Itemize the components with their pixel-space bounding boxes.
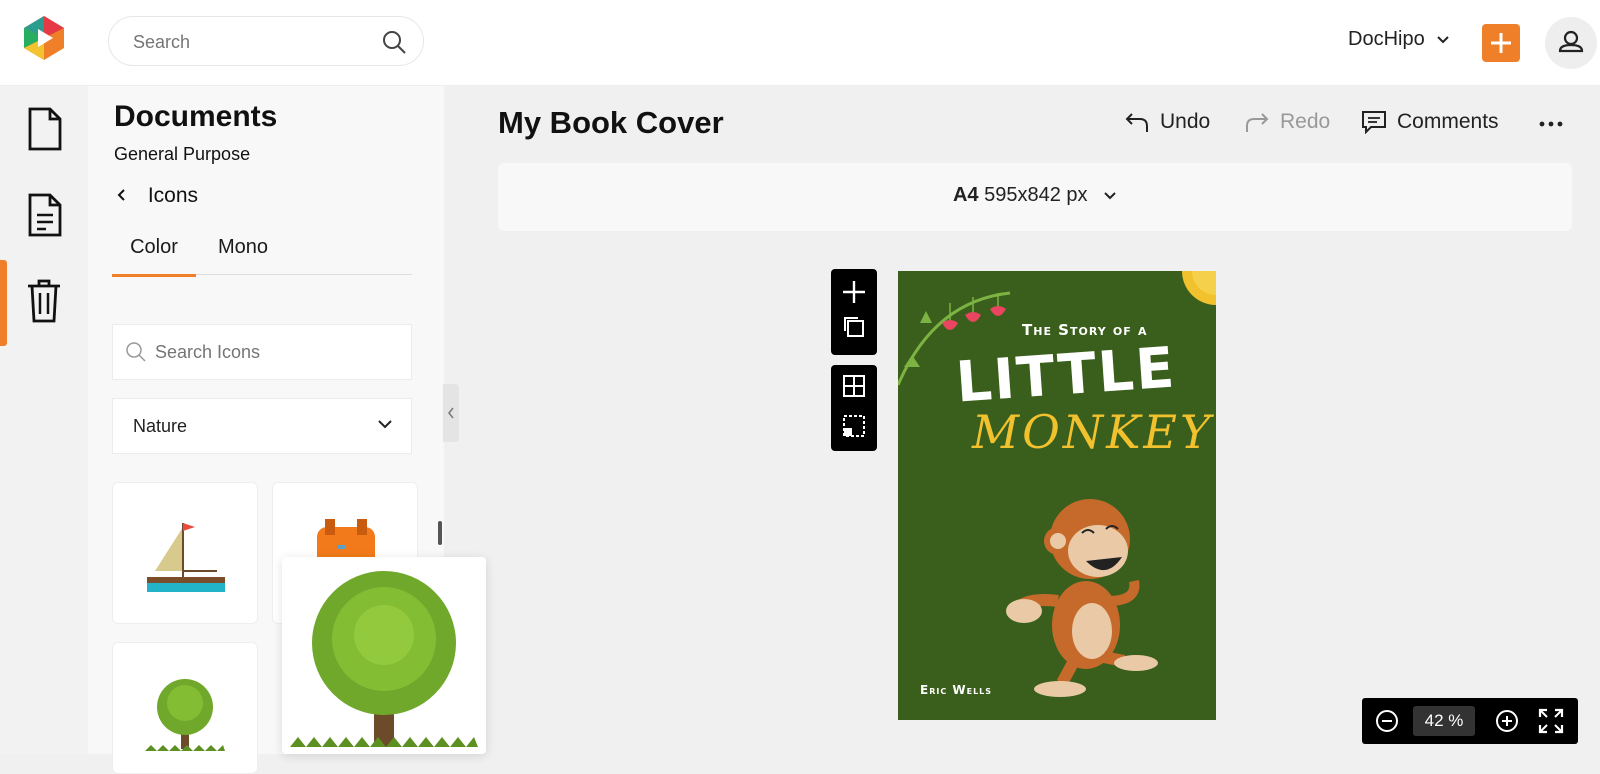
sun-icon	[1182, 271, 1216, 305]
panel-scrollbar[interactable]	[438, 521, 442, 545]
sailboat-icon	[147, 523, 225, 592]
chevron-down-icon	[377, 417, 393, 435]
zoom-out-icon[interactable]	[1372, 706, 1402, 736]
comments-button[interactable]: Comments	[1361, 110, 1499, 135]
file-text-icon	[28, 193, 62, 237]
panel-subtitle: General Purpose	[114, 144, 251, 164]
rail-active-indicator	[0, 260, 7, 346]
page-tools-group	[831, 269, 877, 355]
search-icon	[126, 342, 146, 362]
icon-style-tabs: Color Mono	[112, 236, 412, 277]
search-input[interactable]	[131, 31, 375, 54]
page-size-dims: 595x842 px	[984, 184, 1088, 206]
chevron-down-icon	[1436, 28, 1450, 51]
layout-tools-group	[831, 365, 877, 451]
panel-title: Documents	[114, 100, 278, 133]
zoom-number: 42	[1424, 711, 1444, 730]
more-options-button[interactable]	[1538, 112, 1574, 136]
user-icon	[1558, 30, 1584, 53]
monkey-icon	[1006, 499, 1158, 697]
grid-icon[interactable]	[843, 375, 865, 397]
account-switcher[interactable]: DocHipo	[1348, 28, 1450, 51]
user-menu-button[interactable]	[1545, 17, 1597, 69]
app-logo-icon[interactable]	[20, 14, 68, 62]
icon-card[interactable]	[112, 482, 258, 624]
chevron-left-icon	[448, 407, 454, 419]
category-value: Nature	[133, 416, 188, 436]
chevron-left-icon	[117, 189, 125, 201]
cover-line3[interactable]: MONKEY	[972, 405, 1213, 459]
redo-label: Redo	[1280, 110, 1331, 133]
chevron-down-icon	[1104, 192, 1116, 200]
create-new-button[interactable]	[1482, 24, 1520, 62]
icon-preview-popover	[282, 557, 486, 754]
collapse-panel-button[interactable]	[443, 384, 459, 442]
page-size-name: A4	[952, 184, 979, 206]
icon-search-input[interactable]	[153, 341, 397, 364]
zoom-unit: %	[1448, 711, 1464, 730]
undo-button[interactable]: Undo	[1124, 110, 1210, 134]
comments-icon	[1362, 111, 1386, 135]
rail-documents[interactable]	[24, 106, 64, 152]
search-icon[interactable]	[381, 29, 407, 60]
rail-my-documents[interactable]	[24, 192, 64, 238]
top-bar: DocHipo	[0, 0, 1600, 86]
account-name: DocHipo	[1348, 28, 1425, 50]
plus-icon	[1491, 33, 1511, 53]
tab-mono[interactable]: Mono	[208, 236, 278, 274]
undo-icon	[1125, 113, 1148, 133]
more-horizontal-icon	[1539, 122, 1563, 127]
back-button[interactable]: Icons	[116, 184, 198, 208]
fullscreen-icon[interactable]	[1536, 706, 1566, 736]
left-rail	[0, 86, 88, 754]
zoom-in-icon[interactable]	[1492, 706, 1522, 736]
book-cover-canvas[interactable]: The Story of a LITTLE MONKEY Eric Wells	[898, 271, 1216, 720]
zoom-value[interactable]: 42 %	[1413, 706, 1475, 736]
tree-large-icon	[290, 571, 478, 747]
document-icon	[28, 107, 62, 151]
rail-trash[interactable]	[24, 278, 64, 324]
back-label: Icons	[147, 184, 199, 207]
cover-line1[interactable]: The Story of a	[1022, 321, 1148, 339]
tab-color[interactable]: Color	[112, 236, 196, 277]
add-page-icon[interactable]	[843, 281, 865, 303]
category-select[interactable]: Nature	[112, 398, 412, 454]
backpack-icon	[317, 519, 375, 557]
tree-icon	[145, 679, 225, 751]
cover-author[interactable]: Eric Wells	[920, 683, 992, 697]
icon-card[interactable]	[112, 642, 258, 774]
duplicate-page-icon[interactable]	[844, 317, 864, 337]
document-title[interactable]: My Book Cover	[498, 105, 724, 141]
comments-label: Comments	[1397, 110, 1499, 133]
page-size-selector[interactable]: A4 595x842 px	[498, 184, 1572, 207]
redo-icon	[1246, 113, 1269, 133]
trash-icon	[28, 279, 60, 323]
global-search[interactable]	[108, 16, 424, 66]
icon-search-box[interactable]	[112, 324, 412, 380]
undo-label: Undo	[1160, 110, 1211, 133]
page-size-bar[interactable]: A4 595x842 px	[498, 163, 1572, 231]
redo-button[interactable]: Redo	[1244, 110, 1330, 134]
select-area-icon[interactable]	[843, 415, 865, 437]
zoom-controls: 42 %	[1362, 698, 1578, 744]
